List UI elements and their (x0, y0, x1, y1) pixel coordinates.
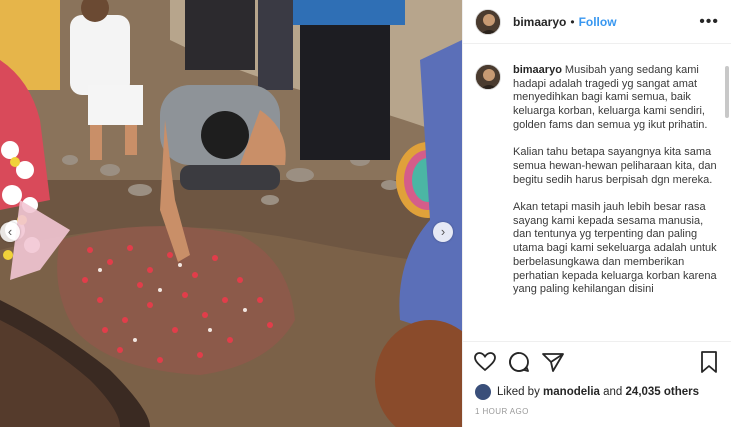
post-side-panel: bimaaryo • Follow ••• bimaaryo Musibah ya… (462, 0, 731, 427)
likes-prefix: Liked by (497, 386, 540, 398)
likes-row: Liked by manodelia and 24,035 others (463, 381, 731, 403)
chevron-left-icon[interactable]: ‹ (0, 222, 20, 242)
liker-username[interactable]: manodelia (543, 386, 600, 398)
caption-row: bimaaryo Musibah yang sedang kami hadapi … (475, 64, 719, 311)
share-icon[interactable] (541, 350, 565, 374)
post-timestamp[interactable]: 1 HOUR AGO (463, 403, 731, 427)
chevron-right-icon[interactable]: › (433, 222, 453, 242)
post-header: bimaaryo • Follow ••• (463, 0, 731, 44)
caption-paragraph-1: bimaaryo Musibah yang sedang kami hadapi … (513, 64, 719, 133)
scrollbar[interactable] (725, 66, 729, 118)
post-photo-illustration (0, 0, 462, 427)
caption-username[interactable]: bimaaryo (513, 64, 562, 76)
caption-text: bimaaryo Musibah yang sedang kami hadapi … (513, 64, 719, 311)
likes-count[interactable]: 24,035 others (626, 386, 700, 398)
caption-paragraph-3: Akan tetapi masih jauh lebih besar rasa … (513, 201, 717, 296)
follow-button[interactable]: Follow (579, 15, 617, 29)
comment-icon[interactable] (507, 350, 531, 374)
caption-area[interactable]: bimaaryo Musibah yang sedang kami hadapi … (463, 44, 731, 341)
caption-paragraph-2: Kalian tahu betapa sayangnya kita sama s… (513, 146, 717, 186)
header-username[interactable]: bimaaryo (513, 15, 566, 29)
avatar[interactable] (475, 8, 501, 35)
more-options-icon[interactable]: ••• (699, 13, 719, 29)
liker-avatar[interactable] (475, 384, 491, 400)
header-separator: • (570, 14, 575, 29)
instagram-post: ‹ › bimaaryo • Follow ••• bimaaryo Musib… (0, 0, 731, 427)
post-photo[interactable]: ‹ › (0, 0, 462, 427)
bookmark-icon[interactable] (697, 350, 721, 374)
likes-conjunction: and (603, 386, 623, 398)
heart-icon[interactable] (473, 350, 497, 374)
action-bar (463, 341, 731, 381)
caption-avatar[interactable] (475, 64, 501, 90)
